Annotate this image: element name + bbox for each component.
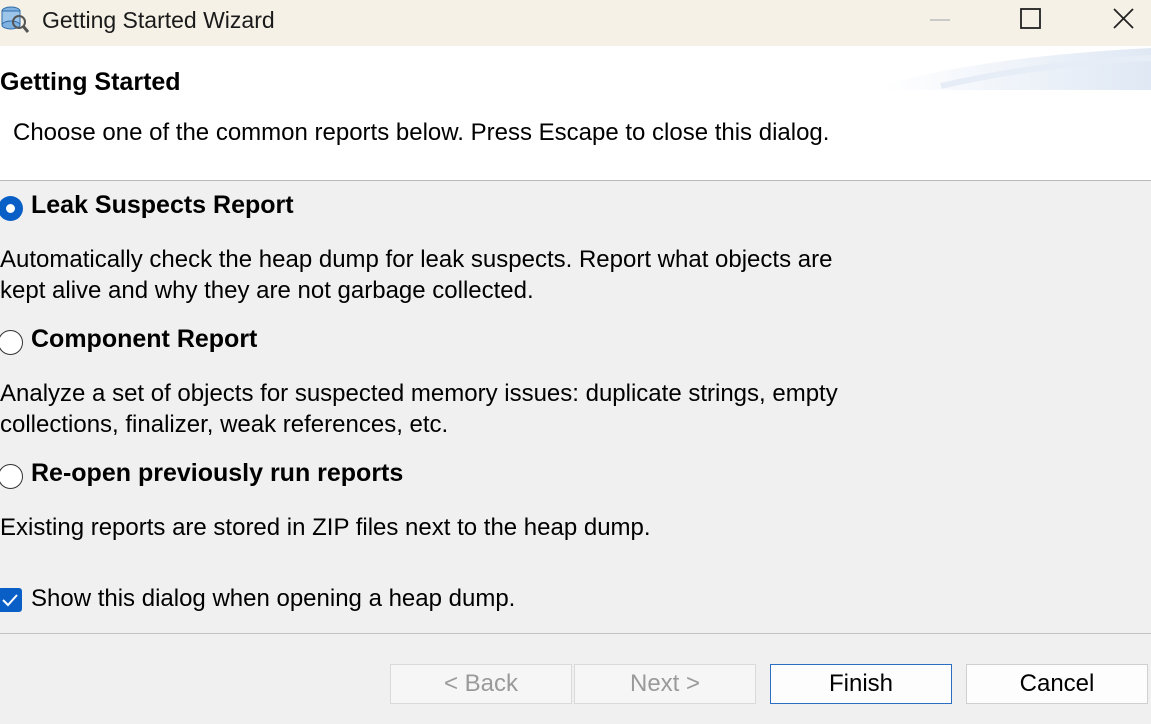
description-line: collections, finalizer, weak references,… <box>0 411 449 438</box>
close-button[interactable] <box>1078 0 1151 40</box>
option-label[interactable]: Re-open previously run reports <box>31 459 403 488</box>
wizard-header: Getting Started Choose one of the common… <box>0 46 1151 180</box>
option-reopen-reports[interactable]: Re-open previously run reports <box>0 459 420 493</box>
option-component-report[interactable]: Component Report <box>0 325 280 359</box>
heap-dump-app-icon <box>0 5 30 35</box>
footer-divider <box>0 633 1151 634</box>
minimize-icon <box>930 19 950 21</box>
show-dialog-label[interactable]: Show this dialog when opening a heap dum… <box>31 585 515 613</box>
option-description: Analyze a set of objects for suspected m… <box>0 378 838 440</box>
maximize-icon <box>1020 8 1041 29</box>
window-title: Getting Started Wizard <box>42 7 275 33</box>
description-line: kept alive and why they are not garbage … <box>0 277 534 304</box>
minimize-button[interactable] <box>894 0 986 40</box>
page-description: Choose one of the common reports below. … <box>13 119 830 146</box>
checkmark-icon <box>2 594 18 607</box>
header-divider <box>0 180 1151 181</box>
back-button[interactable]: < Back <box>390 664 572 704</box>
maximize-button[interactable] <box>986 0 1078 40</box>
option-label[interactable]: Leak Suspects Report <box>31 191 294 220</box>
finish-button[interactable]: Finish <box>770 664 952 704</box>
page-title: Getting Started <box>0 68 181 96</box>
close-icon <box>1113 8 1134 29</box>
title-bar: Getting Started Wizard <box>0 0 1151 46</box>
next-button[interactable]: Next > <box>574 664 756 704</box>
banner-graphic <box>881 48 1151 90</box>
option-leak-suspects[interactable]: Leak Suspects Report <box>0 191 300 225</box>
description-line: Automatically check the heap dump for le… <box>0 246 833 273</box>
option-label[interactable]: Component Report <box>31 325 257 354</box>
option-description: Automatically check the heap dump for le… <box>0 244 832 306</box>
radio-reopen-reports[interactable] <box>0 464 23 489</box>
option-description: Existing reports are stored in ZIP files… <box>0 512 651 543</box>
radio-component-report[interactable] <box>0 330 23 355</box>
show-dialog-option[interactable]: Show this dialog when opening a heap dum… <box>0 585 560 615</box>
show-dialog-checkbox[interactable] <box>0 588 22 612</box>
description-line: Analyze a set of objects for suspected m… <box>0 380 838 407</box>
description-line: Existing reports are stored in ZIP files… <box>0 514 651 541</box>
radio-leak-suspects[interactable] <box>0 196 23 221</box>
cancel-button[interactable]: Cancel <box>966 664 1148 704</box>
